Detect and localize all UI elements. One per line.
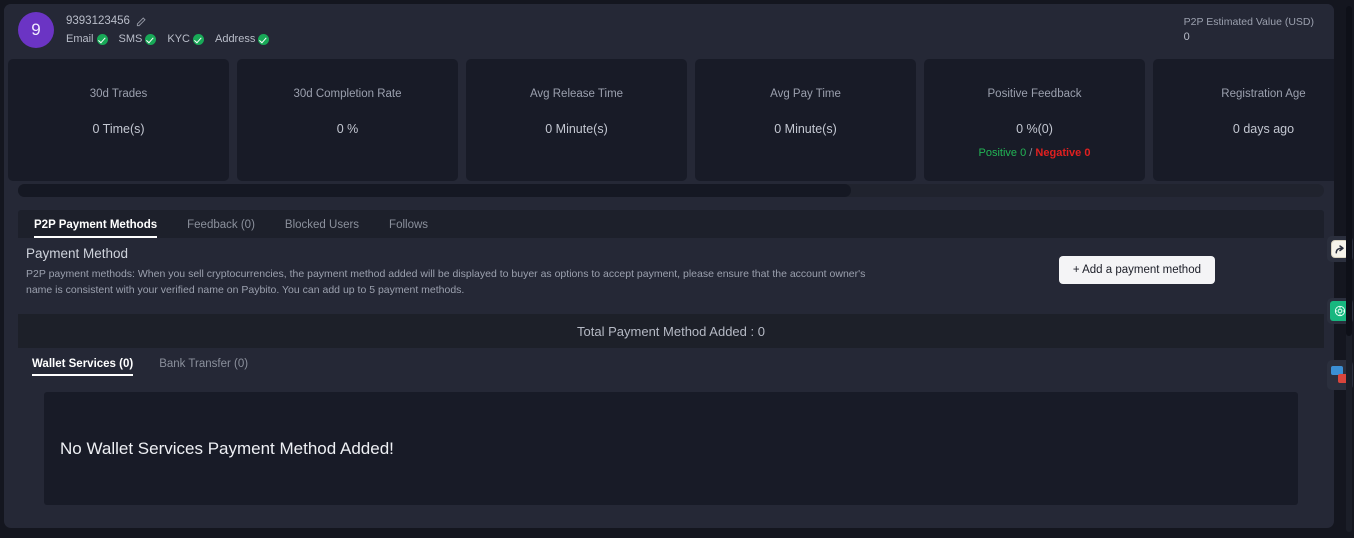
scrollbar-thumb[interactable]	[1346, 6, 1352, 336]
verify-kyc-label: KYC	[167, 33, 190, 45]
subtab-bank-transfer[interactable]: Bank Transfer (0)	[159, 358, 262, 376]
stat-value: 0 days ago	[1232, 122, 1295, 136]
stat-title: 30d Completion Rate	[293, 88, 402, 100]
main-tabs: P2P Payment Methods Feedback (0) Blocked…	[18, 210, 1324, 238]
negative-count: Negative 0	[1035, 147, 1091, 159]
stat-value: 0 %	[336, 122, 359, 136]
verification-badges: Email SMS KYC Address	[66, 32, 275, 46]
stat-card-positive-feedback: Positive Feedback 0 %(0) Positive 0 / Ne…	[924, 59, 1145, 181]
subtab-wallet-services[interactable]: Wallet Services (0)	[32, 358, 147, 376]
empty-state-box: No Wallet Services Payment Method Added!	[44, 392, 1298, 505]
page-vertical-scrollbar[interactable]	[1346, 6, 1352, 532]
empty-state-message: No Wallet Services Payment Method Added!	[60, 438, 394, 458]
stat-card-registration-age: Registration Age 0 days ago	[1153, 59, 1334, 181]
avatar: 9	[18, 12, 54, 48]
verify-sms-label: SMS	[118, 33, 143, 45]
tab-p2p-payment-methods[interactable]: P2P Payment Methods	[34, 219, 173, 238]
add-payment-method-button[interactable]: + Add a payment method	[1058, 256, 1215, 284]
user-identity: 9393123456 Email SMS KYC Address	[66, 14, 275, 46]
feedback-separator: /	[1029, 147, 1033, 159]
check-icon	[258, 33, 270, 45]
tab-blocked-users[interactable]: Blocked Users	[285, 219, 375, 238]
stat-title: 30d Trades	[89, 88, 148, 100]
stat-value: 0 Time(s)	[92, 122, 145, 136]
scrollbar-thumb[interactable]	[18, 184, 851, 197]
profile-header: 9 9393123456 Email SMS KYC Address P2P E…	[4, 4, 1334, 56]
verify-sms: SMS	[119, 32, 157, 46]
payment-subtabs: Wallet Services (0) Bank Transfer (0)	[18, 350, 1324, 376]
verify-email: Email	[66, 32, 108, 46]
positive-count: Positive 0	[978, 147, 1027, 159]
stat-value: 0 Minute(s)	[774, 122, 837, 136]
stats-horizontal-scrollbar[interactable]	[18, 184, 1324, 197]
verify-email-label: Email	[66, 33, 94, 45]
tab-follows[interactable]: Follows	[389, 219, 444, 238]
check-icon	[96, 33, 108, 45]
profile-card: 9 9393123456 Email SMS KYC Address P2P E…	[4, 4, 1334, 528]
feedback-breakdown: Positive 0 / Negative 0	[924, 147, 1145, 159]
stat-card-avg-pay-time: Avg Pay Time 0 Minute(s)	[695, 59, 916, 181]
payment-method-list-area: No Wallet Services Payment Method Added!	[18, 376, 1324, 521]
edit-pencil-icon[interactable]	[136, 16, 147, 27]
stat-title: Registration Age	[1221, 88, 1306, 100]
stat-value: 0 Minute(s)	[545, 122, 608, 136]
stat-value: 0 %(0)	[1016, 122, 1053, 136]
total-payment-method-bar: Total Payment Method Added : 0	[18, 314, 1324, 348]
user-id-row: 9393123456	[66, 14, 275, 29]
user-id-label: 9393123456	[66, 15, 130, 27]
total-payment-method-label: Total Payment Method Added : 0	[577, 323, 765, 339]
verify-address: Address	[214, 32, 270, 46]
p2p-estimated-label: P2P Estimated Value (USD)	[1183, 16, 1314, 28]
stat-card-30d-trades: 30d Trades 0 Time(s)	[8, 59, 229, 181]
stat-title: Avg Release Time	[529, 88, 624, 100]
verify-address-label: Address	[214, 33, 256, 45]
check-icon	[145, 33, 157, 45]
stats-strip: 30d Trades 0 Time(s) 30d Completion Rate…	[4, 56, 1334, 184]
app-root: 9 9393123456 Email SMS KYC Address P2P E…	[0, 0, 1354, 538]
stat-card-completion-rate: 30d Completion Rate 0 %	[237, 59, 458, 181]
tab-feedback[interactable]: Feedback (0)	[187, 219, 271, 238]
stat-title: Avg Pay Time	[770, 88, 841, 100]
check-icon	[192, 33, 204, 45]
verify-kyc: KYC	[167, 32, 204, 46]
p2p-estimated-amount: 0	[1183, 31, 1190, 43]
stat-card-avg-release-time: Avg Release Time 0 Minute(s)	[466, 59, 687, 181]
p2p-estimated-value: P2P Estimated Value (USD) 0	[1184, 15, 1320, 45]
stat-title: Positive Feedback	[987, 88, 1082, 100]
payment-method-description: P2P payment methods: When you sell crypt…	[26, 268, 866, 296]
